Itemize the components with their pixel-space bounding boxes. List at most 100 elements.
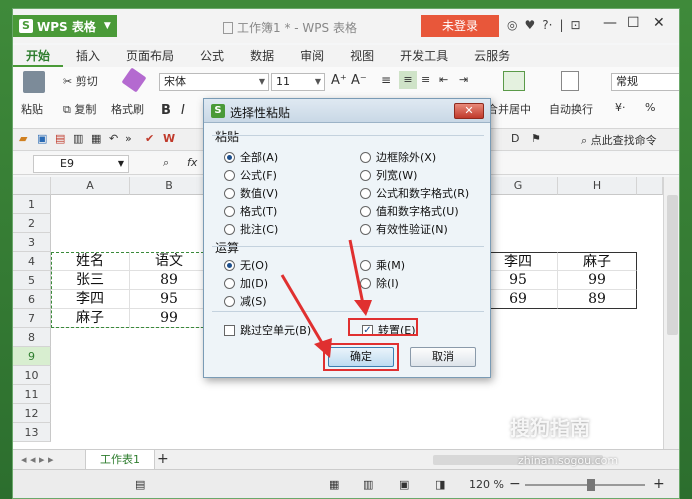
paste-option-formulas-numbers[interactable]: 公式和数字格式(R) <box>360 185 469 201</box>
macro-icon[interactable]: ▤ <box>135 478 145 491</box>
print-preview-icon[interactable]: ▦ <box>91 132 101 145</box>
column-header[interactable]: A <box>51 177 130 195</box>
vertical-scrollbar[interactable] <box>663 177 679 449</box>
align-middle-icon[interactable]: ≡ <box>399 71 417 89</box>
row-header[interactable]: 5 <box>13 271 51 290</box>
fx-button[interactable]: fx <box>187 156 197 169</box>
row-header[interactable]: 6 <box>13 290 51 309</box>
tab-review[interactable]: 审阅 <box>287 45 337 67</box>
format-painter-button[interactable]: 格式刷 <box>111 101 144 117</box>
paste-option-formats[interactable]: 格式(T) <box>224 203 277 219</box>
row-header[interactable]: 13 <box>13 423 51 442</box>
paste-option-column-widths[interactable]: 列宽(W) <box>360 167 417 183</box>
open-folder-icon[interactable]: ▰ <box>19 132 27 145</box>
paste-option-all[interactable]: 全部(A) <box>224 149 278 165</box>
row-header[interactable]: 3 <box>13 233 51 252</box>
paste-option-comments[interactable]: 批注(C) <box>224 221 278 237</box>
bold-icon[interactable]: B <box>161 103 171 118</box>
flag-icon[interactable]: ⚑ <box>531 132 541 145</box>
sheet-nav-icons[interactable]: ◂ ◂ ▸ ▸ <box>21 453 54 466</box>
close-icon[interactable]: ✕ <box>653 15 665 31</box>
font-name-select[interactable]: 宋体 ▼ <box>159 73 269 91</box>
row-header[interactable]: 10 <box>13 366 51 385</box>
number-format-select[interactable]: 常规 <box>611 73 679 91</box>
wrap-text-icon[interactable] <box>561 71 579 91</box>
percent-button[interactable]: % <box>645 101 655 114</box>
table-cell[interactable]: 99 <box>558 271 637 290</box>
zoom-icon[interactable]: ⌕ <box>163 156 169 170</box>
merge-center-button[interactable]: 合并居中 <box>487 101 531 117</box>
dialog-close-button[interactable]: ✕ <box>454 103 484 119</box>
more-icon[interactable]: » <box>125 132 132 145</box>
paste-option-validation[interactable]: 有效性验证(N) <box>360 221 448 237</box>
add-sheet-icon[interactable]: + <box>157 451 169 467</box>
save-icon[interactable]: ▣ <box>37 132 47 145</box>
page-layout-view-icon[interactable]: ▣ <box>399 478 409 491</box>
operation-subtract[interactable]: 减(S) <box>224 293 267 309</box>
italic-icon[interactable]: I <box>181 103 185 118</box>
format-painter-icon[interactable] <box>121 67 147 93</box>
page-break-view-icon[interactable]: ▥ <box>363 478 373 491</box>
paste-option-formulas[interactable]: 公式(F) <box>224 167 277 183</box>
tab-insert[interactable]: 插入 <box>63 45 113 67</box>
tab-home[interactable]: 开始 <box>13 45 64 67</box>
cut-button[interactable]: ✂ 剪切 <box>63 73 98 89</box>
restore-layout-icon[interactable]: ⊡ <box>570 18 580 32</box>
row-header[interactable]: 2 <box>13 214 51 233</box>
command-search[interactable]: ⌕ 点此查找命令 <box>581 132 657 148</box>
tab-view[interactable]: 视图 <box>337 45 387 67</box>
paragraph-icon[interactable]: D <box>511 132 519 145</box>
row-header[interactable]: 11 <box>13 385 51 404</box>
column-header[interactable]: H <box>558 177 637 195</box>
tab-developer[interactable]: 开发工具 <box>387 45 461 67</box>
undo-icon[interactable]: ↶ <box>109 132 118 145</box>
indent-increase-icon[interactable]: ⇥ <box>459 73 468 86</box>
cancel-button[interactable]: 取消 <box>410 347 476 367</box>
operation-divide[interactable]: 除(I) <box>360 275 399 291</box>
sheet-tab[interactable]: 工作表1 <box>85 450 155 469</box>
paste-button[interactable]: 粘贴 <box>21 101 43 117</box>
column-header[interactable]: B <box>130 177 209 195</box>
print-icon[interactable]: ▥ <box>73 132 83 145</box>
wrap-text-button[interactable]: 自动换行 <box>549 101 593 117</box>
table-cell[interactable]: 麻子 <box>558 252 637 271</box>
zoom-in-icon[interactable]: + <box>653 476 665 492</box>
name-box[interactable]: E9 ▼ <box>33 155 129 173</box>
operation-multiply[interactable]: 乘(M) <box>360 257 405 273</box>
increase-font-icon[interactable]: A⁺ <box>331 73 347 88</box>
scroll-thumb[interactable] <box>667 195 678 335</box>
help-icon[interactable]: ?· <box>542 18 552 32</box>
operation-add[interactable]: 加(D) <box>224 275 268 291</box>
row-header[interactable]: 12 <box>13 404 51 423</box>
row-header[interactable]: 7 <box>13 309 51 328</box>
row-header[interactable]: 1 <box>13 195 51 214</box>
wps-word-icon[interactable]: W <box>163 132 175 145</box>
decrease-font-icon[interactable]: A⁻ <box>351 73 367 88</box>
indent-decrease-icon[interactable]: ⇤ <box>439 73 448 86</box>
skip-blanks-checkbox[interactable]: 跳过空单元(B) <box>224 322 311 338</box>
redo-icon[interactable]: ✔ <box>145 132 154 145</box>
export-pdf-icon[interactable]: ▤ <box>55 132 65 145</box>
row-header[interactable]: 4 <box>13 252 51 271</box>
zoom-out-icon[interactable]: − <box>509 476 521 492</box>
currency-icon[interactable]: ¥· <box>615 101 626 114</box>
table-cell[interactable]: 89 <box>558 290 637 309</box>
maximize-icon[interactable]: ☐ <box>627 15 640 31</box>
zoom-slider-thumb[interactable] <box>587 479 595 491</box>
skin-icon[interactable]: ◎ <box>507 18 517 32</box>
app-menu-button[interactable]: S WPS 表格 ▼ <box>13 15 117 37</box>
align-top-icon[interactable]: ≡ <box>381 73 391 87</box>
select-all-corner[interactable] <box>13 177 51 195</box>
paste-option-no-borders[interactable]: 边框除外(X) <box>360 149 436 165</box>
tab-data[interactable]: 数据 <box>237 45 287 67</box>
align-bottom-icon[interactable]: ≡ <box>421 73 430 86</box>
paste-option-values-numbers[interactable]: 值和数字格式(U) <box>360 203 459 219</box>
tab-formulas[interactable]: 公式 <box>187 45 237 67</box>
reading-view-icon[interactable]: ◨ <box>435 478 445 491</box>
minimize-icon[interactable]: — <box>603 15 617 31</box>
favorite-icon[interactable]: ♥ <box>524 18 535 32</box>
row-header-selected[interactable]: 9 <box>13 347 51 366</box>
paste-option-values[interactable]: 数值(V) <box>224 185 278 201</box>
normal-view-icon[interactable]: ▦ <box>329 478 339 491</box>
merge-center-icon[interactable] <box>503 71 525 91</box>
